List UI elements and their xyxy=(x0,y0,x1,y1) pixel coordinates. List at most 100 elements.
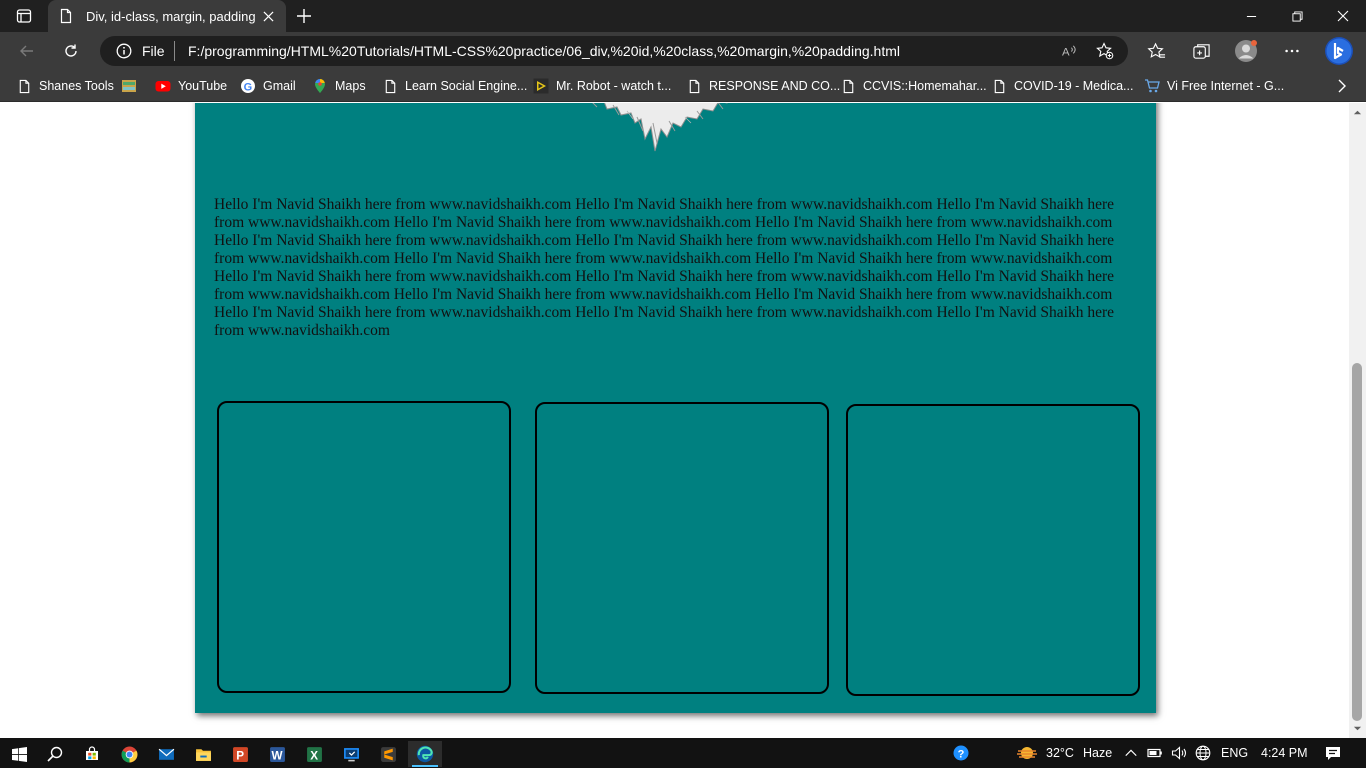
mail-icon[interactable] xyxy=(149,741,183,767)
bookmark-label: Mr. Robot - watch t... xyxy=(556,79,672,93)
vertical-scrollbar[interactable] xyxy=(1349,103,1366,738)
network-globe-icon[interactable] xyxy=(1195,745,1211,761)
notifications-icon[interactable] xyxy=(1325,745,1341,761)
address-bar[interactable]: File F:/programming/HTML%20Tutorials/HTM… xyxy=(100,36,1128,66)
content-box-2 xyxy=(535,402,829,694)
weather-haze-icon[interactable] xyxy=(1015,745,1039,761)
close-window-icon[interactable] xyxy=(1320,0,1366,32)
page-icon xyxy=(991,78,1007,94)
windows-taskbar: P W X ? 32°C Haze ENG 4:24 PM xyxy=(0,738,1366,768)
svg-text:P: P xyxy=(236,749,244,762)
tab-actions-icon[interactable] xyxy=(10,6,38,26)
page-icon xyxy=(382,78,398,94)
bookmark-vi-free-internet[interactable]: Vi Free Internet - G... xyxy=(1144,76,1284,96)
bookmark-label: YouTube xyxy=(178,79,228,93)
page-icon xyxy=(686,78,702,94)
bookmark-covid-19[interactable]: COVID-19 - Medica... xyxy=(991,76,1133,96)
refresh-icon[interactable] xyxy=(56,37,86,65)
new-tab-icon[interactable] xyxy=(292,4,316,28)
file-explorer-icon[interactable] xyxy=(186,741,220,767)
bookmark-label: Learn Social Engine... xyxy=(405,79,528,93)
search-icon[interactable] xyxy=(38,741,72,767)
chevron-right-icon[interactable] xyxy=(1334,78,1350,94)
word-icon[interactable]: W xyxy=(260,741,294,767)
page-icon xyxy=(60,8,72,24)
more-options-icon[interactable] xyxy=(1282,41,1302,61)
page-icon xyxy=(840,78,856,94)
clock-time[interactable]: 4:24 PM xyxy=(1261,746,1308,760)
bookmark-ccvis[interactable]: CCVIS::Homemahar... xyxy=(840,76,987,96)
url-separator xyxy=(174,41,175,61)
bookmark-label: Shanes Tools xyxy=(39,79,114,93)
profile-avatar[interactable] xyxy=(1234,39,1258,63)
browser-titlebar: Div, id-class, margin, padding xyxy=(0,0,1366,32)
bookmark-gmail[interactable]: G Gmail xyxy=(240,76,296,96)
bookmark-image[interactable] xyxy=(121,76,144,96)
bookmark-youtube[interactable]: YouTube xyxy=(155,76,227,96)
bookmark-label: Maps xyxy=(335,79,366,93)
bookmark-shanes-tools[interactable]: Shanes Tools xyxy=(16,76,114,96)
tab-title: Div, id-class, margin, padding xyxy=(86,8,256,24)
maps-icon xyxy=(312,78,328,94)
avatar-image xyxy=(592,103,728,152)
back-icon[interactable] xyxy=(12,37,42,65)
excel-icon[interactable]: X xyxy=(297,741,331,767)
scroll-up-icon[interactable] xyxy=(1353,108,1362,117)
store-icon[interactable] xyxy=(75,741,109,767)
chevron-up-icon[interactable] xyxy=(1123,745,1139,761)
svg-text:X: X xyxy=(310,749,318,762)
image-icon xyxy=(121,78,137,94)
bookmark-label: CCVIS::Homemahar... xyxy=(863,79,987,93)
svg-text:W: W xyxy=(271,749,282,762)
weather-temperature[interactable]: 32°C xyxy=(1046,746,1074,760)
restore-icon[interactable] xyxy=(1274,0,1320,32)
bookmark-mr-robot[interactable]: Mr. Robot - watch t... xyxy=(533,76,671,96)
url-text[interactable]: F:/programming/HTML%20Tutorials/HTML-CSS… xyxy=(188,43,900,59)
close-tab-icon[interactable] xyxy=(260,8,276,24)
content-box-1 xyxy=(217,401,511,693)
bookmark-response-and-co[interactable]: RESPONSE AND CO... xyxy=(686,76,840,96)
weather-description[interactable]: Haze xyxy=(1083,746,1112,760)
edge-icon[interactable] xyxy=(408,741,442,767)
chrome-icon[interactable] xyxy=(112,741,146,767)
google-icon: G xyxy=(240,78,256,94)
url-scheme: File xyxy=(142,43,165,59)
intro-paragraph: Hello I'm Navid Shaikh here from www.nav… xyxy=(214,196,1114,339)
bing-chat-icon[interactable] xyxy=(1324,36,1354,66)
youtube-icon xyxy=(155,78,171,94)
sublime-icon[interactable] xyxy=(371,741,405,767)
svg-text:?: ? xyxy=(958,748,965,760)
scroll-down-icon[interactable] xyxy=(1353,724,1362,733)
active-tab[interactable]: Div, id-class, margin, padding xyxy=(48,0,286,32)
favorites-icon[interactable] xyxy=(1146,41,1166,61)
teal-container: Hello I'm Navid Shaikh here from www.nav… xyxy=(195,103,1156,713)
start-icon[interactable] xyxy=(2,741,36,767)
svg-text:A: A xyxy=(1061,46,1069,58)
scrollbar-thumb[interactable] xyxy=(1352,363,1362,721)
minimize-icon[interactable] xyxy=(1228,0,1274,32)
cart-icon xyxy=(1144,78,1160,94)
collections-icon[interactable] xyxy=(1191,41,1211,61)
page-icon xyxy=(16,78,32,94)
bookmark-maps[interactable]: Maps xyxy=(312,76,366,96)
info-icon[interactable] xyxy=(116,43,132,59)
bookmark-label: RESPONSE AND CO... xyxy=(709,79,841,93)
bookmarks-bar: Shanes Tools YouTube G Gmail Maps Learn … xyxy=(0,70,1366,102)
add-favorite-icon[interactable] xyxy=(1096,42,1114,60)
read-aloud-icon[interactable]: A xyxy=(1060,42,1078,60)
bookmark-learn-social-engineering[interactable]: Learn Social Engine... xyxy=(382,76,527,96)
volume-icon[interactable] xyxy=(1171,745,1187,761)
svg-text:G: G xyxy=(244,81,253,93)
page-viewport: Hello I'm Navid Shaikh here from www.nav… xyxy=(0,103,1349,738)
language-indicator[interactable]: ENG xyxy=(1221,746,1248,760)
content-box-3 xyxy=(846,404,1140,696)
play-icon xyxy=(533,78,549,94)
powerpoint-icon[interactable]: P xyxy=(223,741,257,767)
browser-toolbar: File F:/programming/HTML%20Tutorials/HTM… xyxy=(0,32,1366,70)
battery-icon[interactable] xyxy=(1147,745,1163,761)
bookmark-label: COVID-19 - Medica... xyxy=(1014,79,1134,93)
help-icon[interactable]: ? xyxy=(953,745,969,761)
screen-app-icon[interactable] xyxy=(334,741,368,767)
bookmark-label: Gmail xyxy=(263,79,296,93)
bookmark-label: Vi Free Internet - G... xyxy=(1167,79,1285,93)
